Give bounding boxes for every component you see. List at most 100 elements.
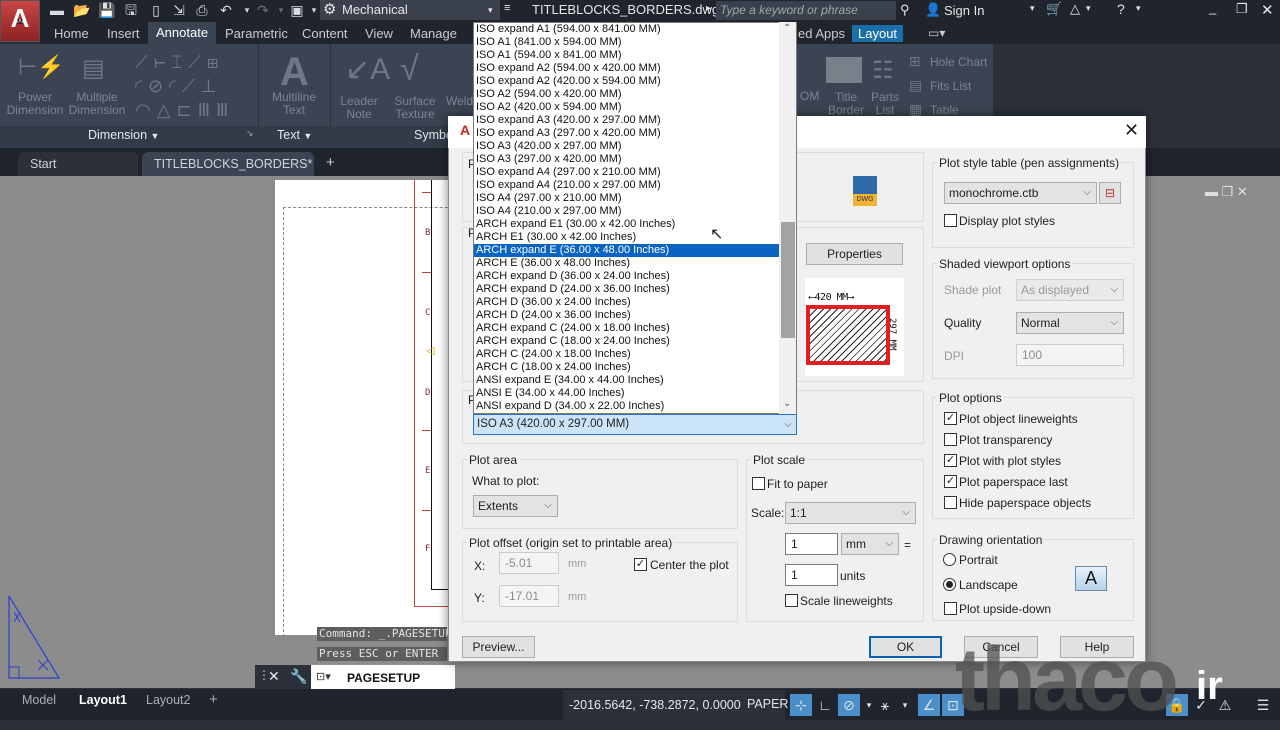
bom-button[interactable]: OM	[800, 90, 819, 103]
paper-space-toggle[interactable]: PAPER	[747, 697, 788, 711]
paper-size-option[interactable]: ANSI E (34.00 x 44.00 Inches)	[474, 387, 779, 400]
paper-size-option[interactable]: ISO A4 (210.00 x 297.00 MM)	[474, 205, 779, 218]
properties-button[interactable]: Properties	[806, 243, 903, 265]
shade-plot-select[interactable]: As displayed ⌵	[1016, 279, 1124, 301]
ribbon-tab-home[interactable]: Home	[54, 26, 89, 41]
file-tab-start[interactable]: Start	[18, 152, 138, 176]
text-panel-title[interactable]: Text ▼	[277, 128, 312, 142]
paper-size-option[interactable]: ISO A3 (297.00 x 420.00 MM)	[474, 153, 779, 166]
grid-snap-icon[interactable]: ⊹	[790, 694, 812, 716]
leader-note-button[interactable]: Leader Note	[336, 95, 382, 121]
customization-menu-icon[interactable]: ☰	[1252, 694, 1274, 716]
redo-icon[interactable]: ↷	[254, 2, 272, 18]
title-border-icon[interactable]	[826, 57, 862, 83]
search-expand-icon[interactable]: ▸	[706, 3, 711, 14]
dialog-close-button[interactable]: ✕	[1124, 120, 1139, 141]
paper-size-option[interactable]: ARCH E (36.00 x 48.00 Inches)	[474, 257, 779, 270]
plot-style-table-select[interactable]: monochrome.ctb ⌵	[944, 182, 1097, 204]
dpi-input[interactable]: 100	[1016, 344, 1124, 366]
plot-option-checkbox[interactable]: ✓	[944, 475, 957, 488]
multiple-dimension-button[interactable]: Multiple Dimension	[66, 91, 128, 117]
plot-option-checkbox[interactable]: ✓	[944, 454, 957, 467]
plot-option-checkbox[interactable]: ✓	[944, 412, 957, 425]
paper-size-option[interactable]: ANSI expand D (34.00 x 22.00 Inches)	[474, 400, 779, 413]
paper-size-option[interactable]: ARCH E1 (30.00 x 42.00 Inches)	[474, 231, 779, 244]
scroll-down-icon[interactable]: ⌄	[783, 398, 791, 409]
scroll-up-icon[interactable]: ⌃	[783, 23, 791, 34]
search-input[interactable]: Type a keyword or phrase	[716, 1, 896, 20]
quick-access-menu-icon[interactable]: ≡	[504, 2, 510, 14]
weld-button[interactable]: Weld	[446, 95, 473, 108]
multiline-text-button[interactable]: Multiline Text	[266, 91, 322, 117]
polar-tracking-icon[interactable]: ⊘	[838, 694, 860, 716]
isodraft-dropdown-icon[interactable]: ▾	[894, 694, 916, 716]
parts-list-icon[interactable]: ☷	[872, 56, 894, 85]
paper-size-option[interactable]: ISO A2 (420.00 x 594.00 MM)	[474, 101, 779, 114]
paper-units-select[interactable]: mm ⌵	[841, 533, 899, 555]
paper-size-option[interactable]: ARCH D (36.00 x 24.00 Inches)	[474, 296, 779, 309]
ribbon-tab-content[interactable]: Content	[302, 26, 348, 41]
fits-list-icon[interactable]: ▤	[909, 77, 922, 94]
help-dropdown-icon[interactable]: ▾	[1136, 3, 1141, 14]
offset-y-input[interactable]: -17.01	[499, 585, 559, 607]
save-to-web-icon[interactable]: ⇲	[170, 2, 188, 18]
paper-size-dropdown-list[interactable]: ISO expand A1 (594.00 x 841.00 MM) ISO A1…	[473, 22, 797, 414]
autodesk-a360-icon[interactable]: △	[1070, 1, 1080, 17]
paper-size-option[interactable]: ISO expand A1 (594.00 x 841.00 MM)	[474, 23, 779, 36]
help-icon[interactable]: ?	[1117, 1, 1125, 17]
object-snap-tracking-icon[interactable]: ∠	[918, 694, 940, 716]
hole-chart-button[interactable]: Hole Chart	[930, 56, 987, 69]
dimension-tools-row3-icon[interactable]: ◠△⊏ⅢⅢ	[135, 100, 234, 121]
save-as-icon[interactable]: 🖫	[122, 2, 140, 18]
open-from-web-icon[interactable]: ▯	[147, 2, 165, 18]
dialog-launcher-icon[interactable]: ↘	[246, 128, 254, 139]
multiline-text-icon[interactable]: A	[280, 50, 309, 95]
sign-in-dropdown-icon[interactable]: ▾	[1030, 3, 1035, 14]
ribbon-tab-manage[interactable]: Manage	[410, 26, 457, 41]
paper-size-option[interactable]: ISO expand A2 (420.00 x 594.00 MM)	[474, 75, 779, 88]
ribbon-tab-view[interactable]: View	[365, 26, 393, 41]
ribbon-tab-layout[interactable]: Layout	[852, 25, 904, 42]
parts-list-button[interactable]: Parts List	[868, 91, 902, 117]
paper-size-option[interactable]: ARCH expand E (36.00 x 48.00 Inches)	[474, 244, 779, 257]
undo-icon[interactable]: ↶	[217, 2, 235, 18]
surface-texture-button[interactable]: Surface Texture	[390, 95, 440, 121]
edit-plot-style-button[interactable]: ⊟	[1099, 182, 1121, 204]
ribbon-tab-annotate[interactable]: Annotate	[148, 22, 217, 44]
close-command-line-icon[interactable]: ✕	[268, 668, 280, 685]
power-dimension-button[interactable]: Power Dimension	[6, 91, 64, 117]
workspace-switcher[interactable]: ⚙ Mechanical ▾	[320, 0, 500, 20]
display-plot-styles-checkbox[interactable]	[944, 214, 957, 227]
title-border-button[interactable]: Title Border	[826, 91, 866, 117]
drawing-units-input[interactable]: 1	[785, 564, 838, 586]
close-app-icon[interactable]: ✕	[1261, 1, 1274, 19]
quality-select[interactable]: Normal ⌵	[1016, 312, 1124, 334]
viewport-controls[interactable]: ▬ ❐ ✕	[1205, 184, 1248, 200]
paper-size-option[interactable]: ISO A1 (594.00 x 841.00 MM)	[474, 49, 779, 62]
ribbon-tab-insert[interactable]: Insert	[107, 26, 140, 41]
new-tab-icon[interactable]: +	[326, 154, 335, 171]
center-the-plot-checkbox[interactable]: ✓	[634, 558, 647, 571]
binoculars-icon[interactable]: ⚲	[900, 2, 910, 18]
paper-size-option[interactable]: ISO expand A4 (297.00 x 210.00 MM)	[474, 166, 779, 179]
new-file-icon[interactable]: ▬	[48, 2, 66, 18]
paper-size-option[interactable]: ARCH expand D (24.00 x 36.00 Inches)	[474, 283, 779, 296]
paper-size-option[interactable]: ARCH expand D (36.00 x 24.00 Inches)	[474, 270, 779, 283]
paper-size-option[interactable]: ARCH D (24.00 x 36.00 Inches)	[474, 309, 779, 322]
paper-size-select[interactable]: ISO A3 (420.00 x 297.00 MM) ⌵	[473, 414, 797, 435]
plot-upside-down-checkbox[interactable]	[944, 602, 957, 615]
minimize-icon[interactable]: _	[1209, 0, 1216, 15]
hole-chart-icon[interactable]: ⊞	[909, 53, 921, 70]
application-menu-button[interactable]: AM	[0, 0, 40, 42]
viewport-restore-icon[interactable]: ❐	[1222, 184, 1234, 199]
cart-icon[interactable]: 🛒	[1046, 1, 1062, 17]
plot-option-checkbox[interactable]	[944, 496, 957, 509]
portrait-radio[interactable]	[943, 553, 956, 566]
isodraft-icon[interactable]: ⚹	[874, 694, 896, 716]
ribbon-tab-featured-apps[interactable]: ed Apps	[798, 26, 845, 41]
paper-size-option[interactable]: ISO expand A3 (420.00 x 297.00 MM)	[474, 114, 779, 127]
leader-note-icon[interactable]: ↙A	[345, 52, 390, 87]
ortho-icon[interactable]: ∟	[814, 694, 836, 716]
ok-button[interactable]: OK	[869, 636, 942, 658]
open-file-icon[interactable]: 📂	[73, 2, 91, 18]
